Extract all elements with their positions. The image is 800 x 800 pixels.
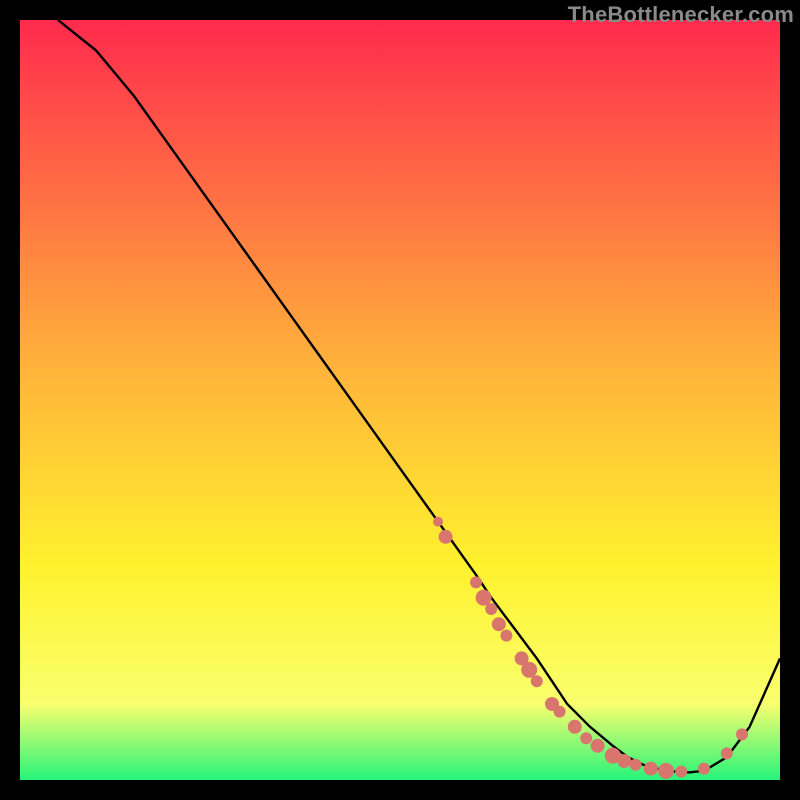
watermark-label: TheBottlenecker.com bbox=[568, 2, 794, 28]
data-marker bbox=[554, 706, 566, 718]
gradient-background bbox=[20, 20, 780, 780]
data-marker bbox=[531, 675, 543, 687]
data-marker bbox=[721, 747, 733, 759]
data-marker bbox=[736, 728, 748, 740]
data-marker bbox=[675, 766, 687, 778]
data-marker bbox=[500, 630, 512, 642]
data-marker bbox=[591, 739, 605, 753]
bottleneck-chart bbox=[20, 20, 780, 780]
data-marker bbox=[698, 763, 710, 775]
data-marker bbox=[617, 754, 631, 768]
data-marker bbox=[521, 662, 537, 678]
chart-frame bbox=[20, 20, 780, 780]
data-marker bbox=[658, 763, 674, 779]
data-marker bbox=[630, 759, 642, 771]
data-marker bbox=[580, 732, 592, 744]
data-marker bbox=[644, 762, 658, 776]
data-marker bbox=[439, 530, 453, 544]
data-marker bbox=[470, 576, 482, 588]
data-marker bbox=[485, 603, 497, 615]
data-marker bbox=[476, 590, 492, 606]
data-marker bbox=[433, 517, 443, 527]
data-marker bbox=[568, 720, 582, 734]
data-marker bbox=[492, 617, 506, 631]
